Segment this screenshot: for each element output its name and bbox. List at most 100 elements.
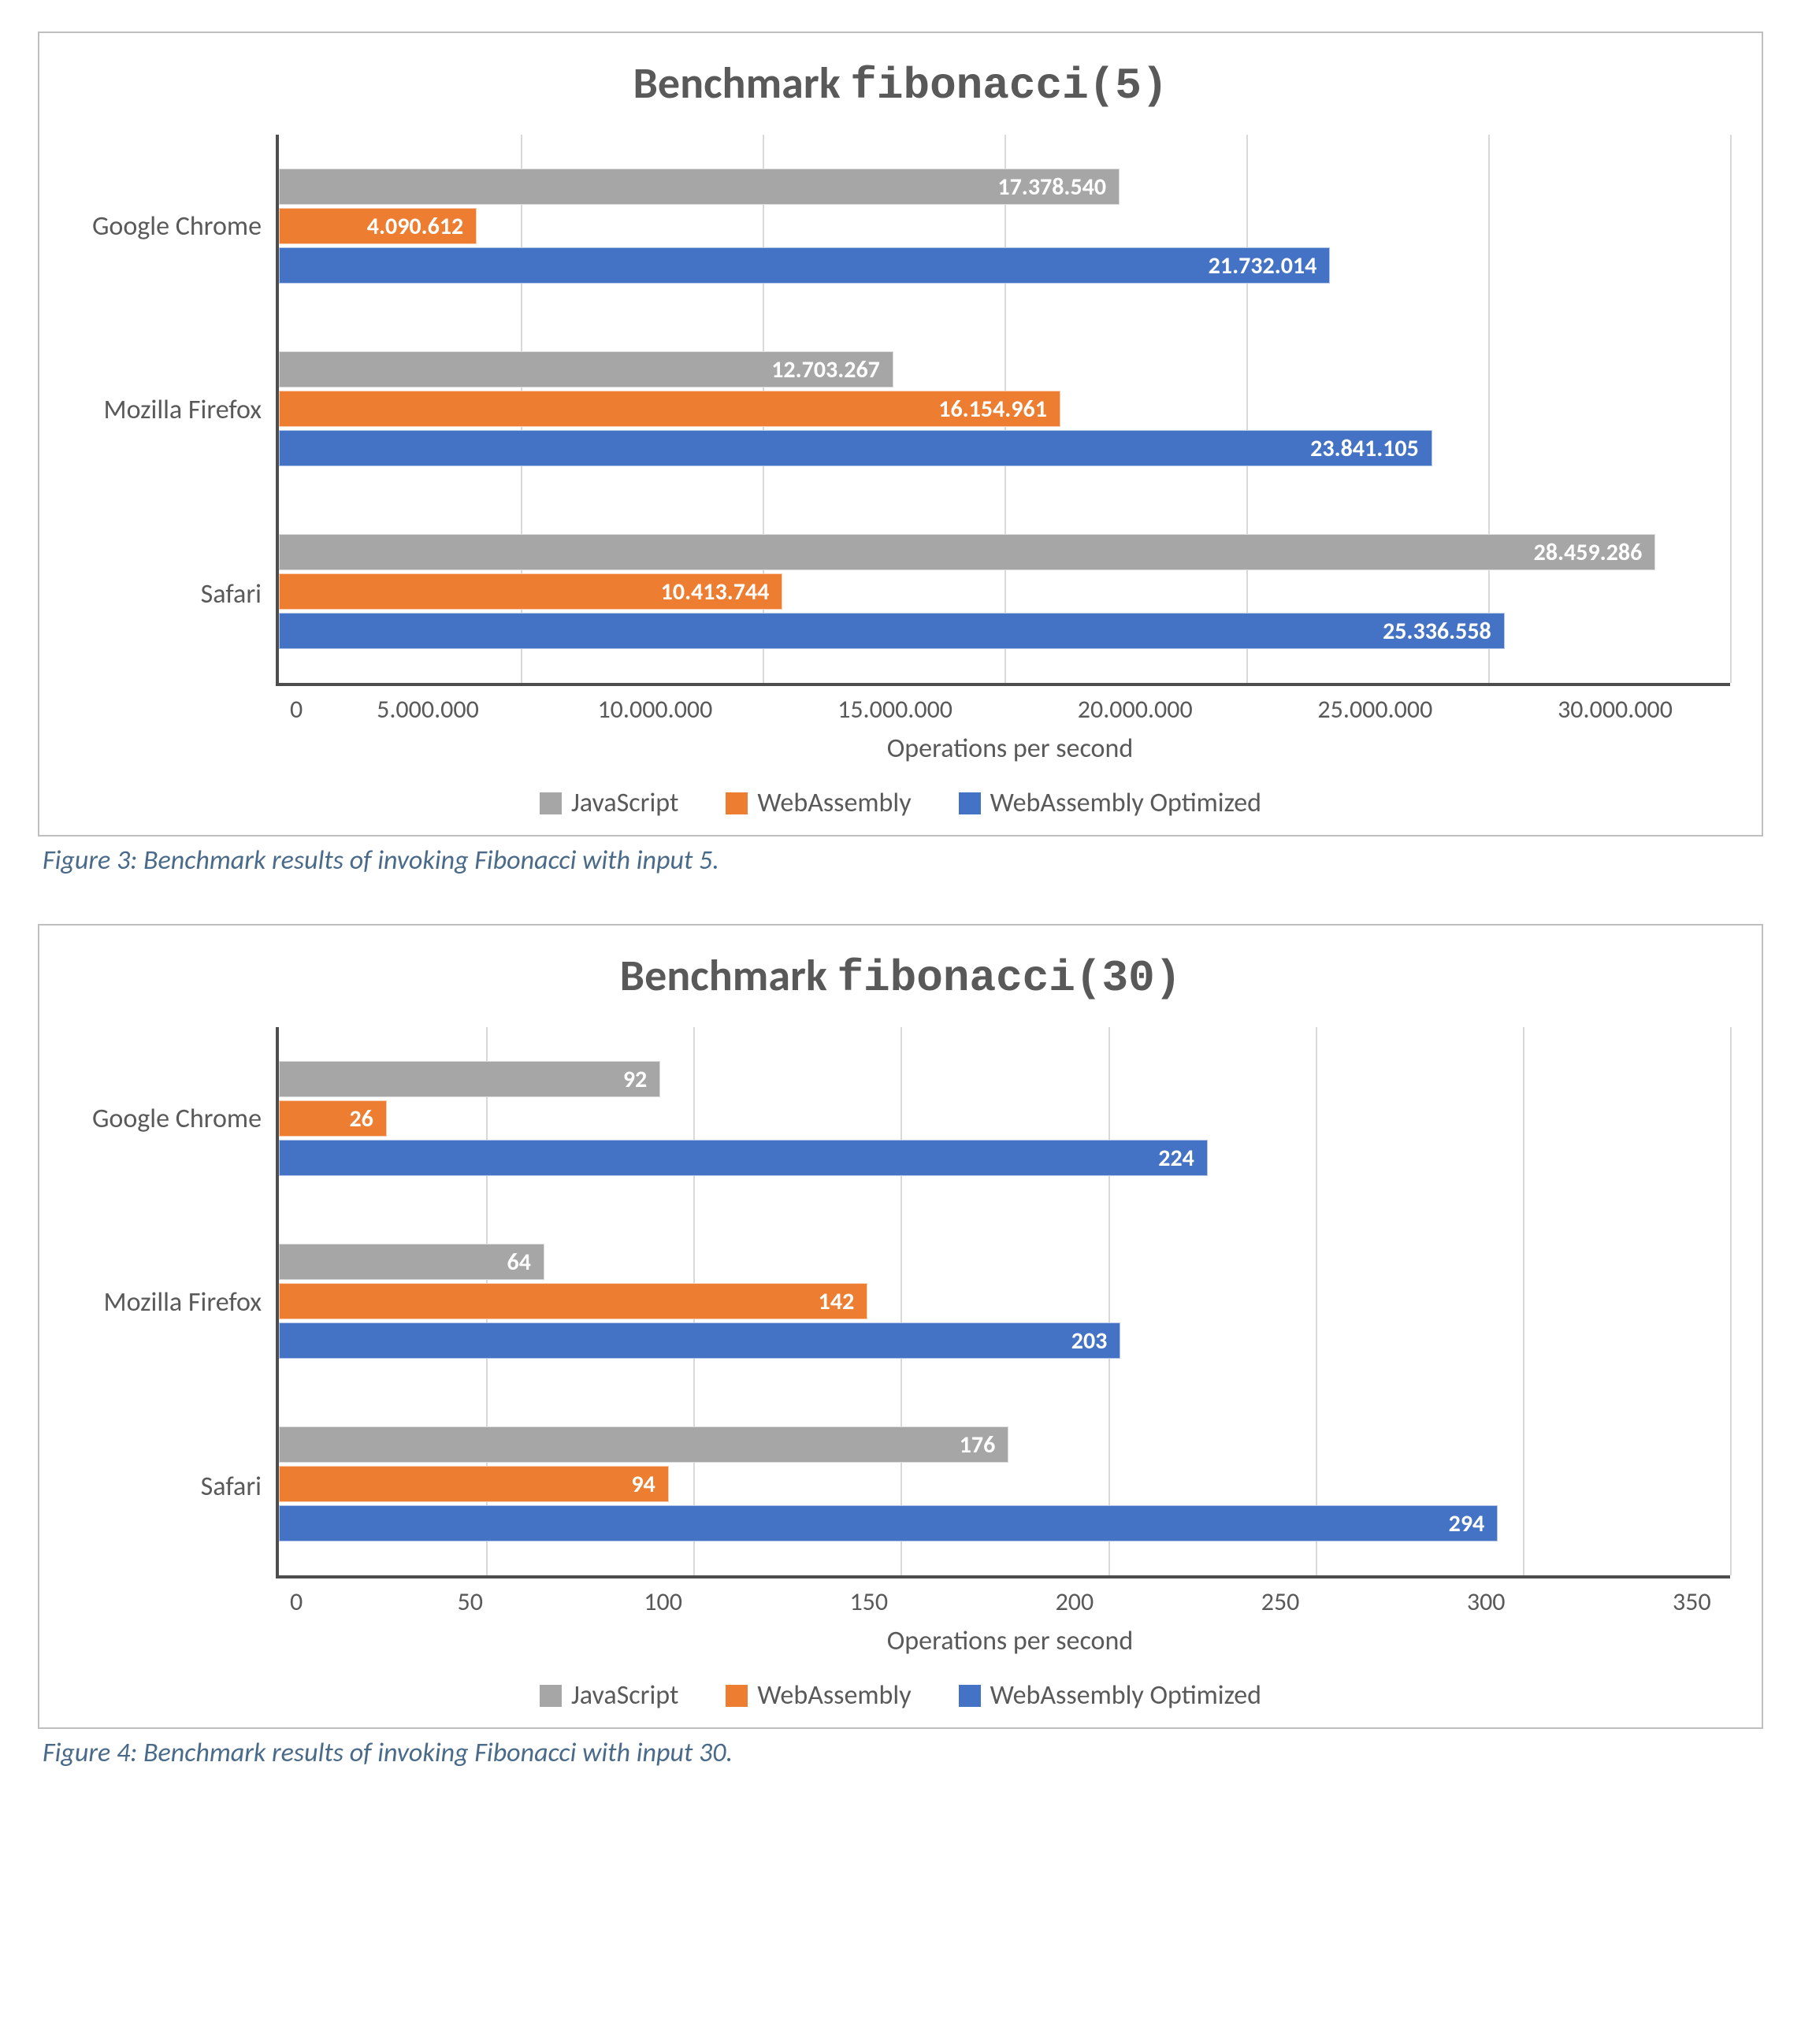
bar-label: 10.413.744 xyxy=(661,577,770,607)
figure-caption: Figure 3: Benchmark results of invoking … xyxy=(43,844,1763,877)
legend-item-js: JavaScript xyxy=(540,1679,678,1712)
x-axis-ticks: 0 5.000.000 10.000.000 15.000.000 20.000… xyxy=(290,686,1730,725)
bar-label: 203 xyxy=(1071,1326,1108,1356)
chart-title: Benchmark fibonacci(30) xyxy=(71,949,1730,1003)
plot-area: 92 26 224 64 142 203 176 94 294 xyxy=(276,1027,1730,1578)
bar-js: 64 xyxy=(279,1244,544,1280)
bar-label: 94 xyxy=(631,1470,655,1499)
y-category: Google Chrome xyxy=(71,210,262,243)
bars-stack: 92 26 224 64 142 203 176 94 294 xyxy=(279,1027,1730,1575)
bar-group-chrome: 17.378.540 4.090.612 21.732.014 xyxy=(279,135,1730,317)
bar-label: 142 xyxy=(819,1287,855,1316)
y-category: Safari xyxy=(71,578,262,610)
bar-label: 294 xyxy=(1449,1509,1485,1538)
swatch-icon xyxy=(726,1685,748,1707)
bar-wasm: 10.413.744 xyxy=(279,573,782,610)
legend-item-opt: WebAssembly Optimized xyxy=(959,1679,1261,1712)
bar-label: 28.459.286 xyxy=(1534,538,1643,567)
plot-area-wrapper: Google Chrome Mozilla Firefox Safari 17.… xyxy=(71,135,1730,686)
bar-label: 21.732.014 xyxy=(1209,251,1317,280)
bar-wasm-opt: 21.732.014 xyxy=(279,247,1330,284)
gridline xyxy=(1730,1027,1732,1575)
plot-area-wrapper: Google Chrome Mozilla Firefox Safari 92 … xyxy=(71,1027,1730,1578)
bar-label: 176 xyxy=(960,1430,996,1460)
x-tick: 350 xyxy=(1673,1586,1711,1617)
bar-js: 92 xyxy=(279,1061,660,1097)
x-tick: 150 xyxy=(849,1586,888,1617)
plot-area: 17.378.540 4.090.612 21.732.014 12.703.2… xyxy=(276,135,1730,686)
gridline xyxy=(1730,135,1732,683)
x-tick: 20.000.000 xyxy=(1078,694,1193,725)
swatch-icon xyxy=(959,792,981,814)
x-tick: 50 xyxy=(457,1586,482,1617)
bar-label: 92 xyxy=(623,1065,647,1094)
y-category: Safari xyxy=(71,1471,262,1503)
bar-label: 12.703.267 xyxy=(771,355,880,384)
legend-label: JavaScript xyxy=(571,1679,678,1712)
bar-js: 28.459.286 xyxy=(279,534,1655,570)
x-axis: 0 50 100 150 200 250 300 350 xyxy=(71,1578,1730,1617)
x-tick: 200 xyxy=(1056,1586,1094,1617)
legend-label: WebAssembly xyxy=(757,1679,911,1712)
x-tick: 5.000.000 xyxy=(377,694,479,725)
bar-wasm: 4.090.612 xyxy=(279,208,477,244)
legend-label: WebAssembly xyxy=(757,787,911,819)
title-prefix: Benchmark xyxy=(620,949,837,1003)
bar-wasm: 142 xyxy=(279,1283,867,1319)
x-axis: 0 5.000.000 10.000.000 15.000.000 20.000… xyxy=(71,686,1730,725)
title-code: fibonacci(5) xyxy=(850,61,1168,111)
legend: JavaScript WebAssembly WebAssembly Optim… xyxy=(71,787,1730,819)
legend-label: WebAssembly Optimized xyxy=(990,787,1261,819)
bars-stack: 17.378.540 4.090.612 21.732.014 12.703.2… xyxy=(279,135,1730,683)
bar-wasm-opt: 294 xyxy=(279,1505,1498,1541)
swatch-icon xyxy=(540,1685,562,1707)
swatch-icon xyxy=(959,1685,981,1707)
x-tick: 15.000.000 xyxy=(837,694,952,725)
legend-item-js: JavaScript xyxy=(540,787,678,819)
bar-label: 224 xyxy=(1158,1144,1194,1173)
bar-js: 176 xyxy=(279,1426,1008,1463)
x-tick: 250 xyxy=(1261,1586,1300,1617)
bar-label: 26 xyxy=(349,1104,373,1133)
chart-title: Benchmark fibonacci(5) xyxy=(71,57,1730,111)
bar-label: 64 xyxy=(507,1248,530,1277)
x-tick: 0 xyxy=(290,694,303,725)
y-category: Mozilla Firefox xyxy=(71,1286,262,1319)
x-tick: 10.000.000 xyxy=(597,694,712,725)
y-category: Google Chrome xyxy=(71,1103,262,1135)
figure-caption: Figure 4: Benchmark results of invoking … xyxy=(43,1737,1763,1769)
title-prefix: Benchmark xyxy=(633,57,850,110)
bar-wasm-opt: 25.336.558 xyxy=(279,613,1505,649)
x-tick: 25.000.000 xyxy=(1317,694,1432,725)
bar-label: 25.336.558 xyxy=(1383,617,1491,646)
x-axis-label: Operations per second xyxy=(71,733,1730,765)
legend-label: WebAssembly Optimized xyxy=(990,1679,1261,1712)
bar-js: 17.378.540 xyxy=(279,169,1120,205)
legend-item-wasm: WebAssembly xyxy=(726,1679,911,1712)
bar-group-safari: 176 94 294 xyxy=(279,1393,1730,1575)
x-tick: 30.000.000 xyxy=(1558,694,1673,725)
bar-wasm: 16.154.961 xyxy=(279,391,1060,427)
y-axis-labels: Google Chrome Mozilla Firefox Safari xyxy=(71,1027,276,1578)
bar-wasm: 94 xyxy=(279,1466,669,1502)
bar-js: 12.703.267 xyxy=(279,351,893,388)
legend-label: JavaScript xyxy=(571,787,678,819)
bar-group-firefox: 12.703.267 16.154.961 23.841.105 xyxy=(279,317,1730,500)
bar-wasm: 26 xyxy=(279,1100,387,1137)
x-tick: 300 xyxy=(1467,1586,1506,1617)
bar-group-firefox: 64 142 203 xyxy=(279,1210,1730,1393)
bar-wasm-opt: 224 xyxy=(279,1140,1208,1176)
bar-group-safari: 28.459.286 10.413.744 25.336.558 xyxy=(279,500,1730,683)
x-axis-ticks: 0 50 100 150 200 250 300 350 xyxy=(290,1578,1730,1617)
swatch-icon xyxy=(540,792,562,814)
bar-wasm-opt: 203 xyxy=(279,1322,1120,1359)
legend-item-opt: WebAssembly Optimized xyxy=(959,787,1261,819)
chart-fib5: Benchmark fibonacci(5) Google Chrome Moz… xyxy=(38,32,1763,837)
x-tick: 0 xyxy=(290,1586,303,1617)
bar-group-chrome: 92 26 224 xyxy=(279,1027,1730,1210)
bar-label: 16.154.961 xyxy=(938,395,1047,424)
bar-label: 4.090.612 xyxy=(367,212,463,241)
title-code: fibonacci(30) xyxy=(837,953,1181,1003)
bar-label: 17.378.540 xyxy=(997,172,1106,202)
bar-wasm-opt: 23.841.105 xyxy=(279,430,1432,466)
